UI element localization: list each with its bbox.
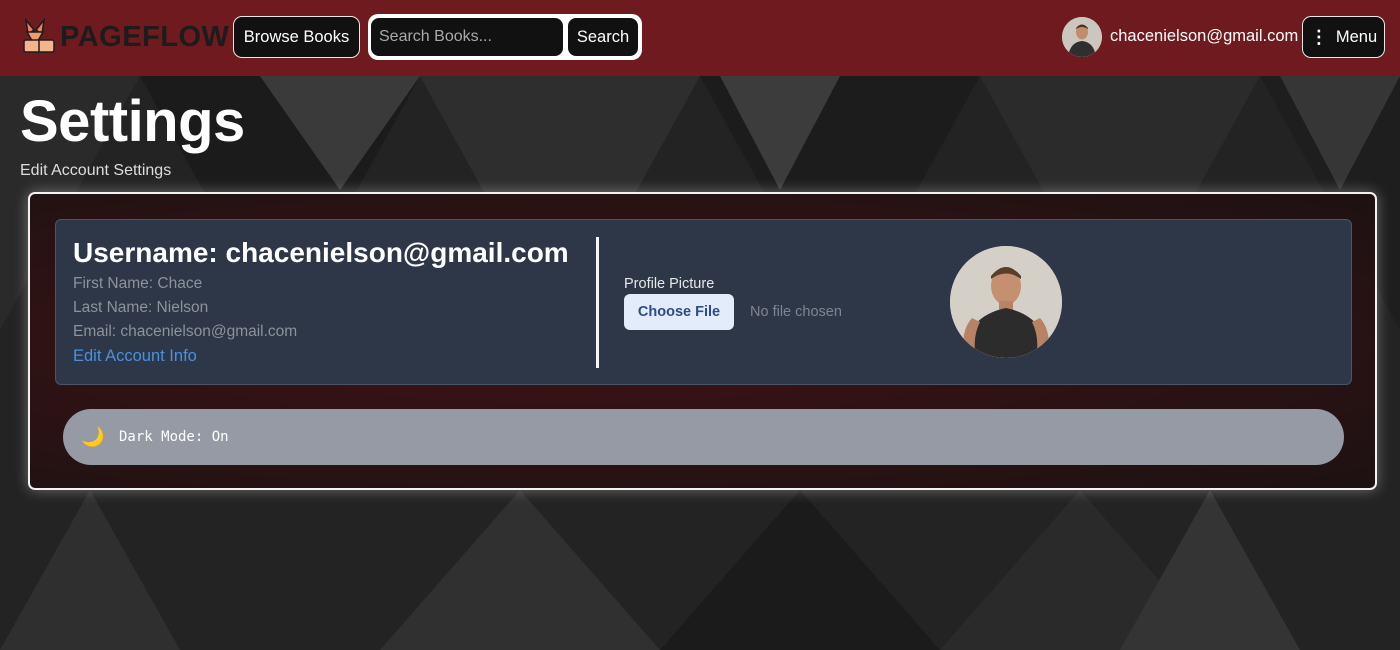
kebab-icon: ⋮ [1309, 26, 1328, 47]
profile-picture-label: Profile Picture [624, 276, 715, 292]
settings-card: Username: chacenielson@gmail.com First N… [28, 192, 1377, 490]
username-heading: Username: chacenielson@gmail.com [73, 237, 569, 268]
brand-logo[interactable]: PAGEFLOW [22, 17, 229, 57]
search-button[interactable]: Search [568, 18, 638, 56]
last-name-text: Last Name: Nielson [73, 299, 209, 316]
first-name-text: First Name: Chace [73, 275, 203, 292]
page-subtitle: Edit Account Settings [20, 162, 172, 179]
search-form: Search [368, 14, 642, 60]
dark-mode-label: Dark Mode: On [119, 429, 229, 445]
moon-icon: 🌙 [81, 427, 105, 448]
email-text: Email: chacenielson@gmail.com [73, 323, 298, 340]
file-status-text: No file chosen [750, 304, 842, 320]
browse-books-button[interactable]: Browse Books [233, 16, 360, 58]
page-title: Settings [20, 89, 245, 154]
fox-book-icon [23, 18, 55, 53]
profile-picture [950, 246, 1062, 358]
avatar-photo [1062, 17, 1102, 57]
menu-label: Menu [1335, 27, 1378, 46]
dark-mode-toggle[interactable]: 🌙 Dark Mode: On [63, 409, 1344, 465]
navbar: PAGEFLOW Browse Books Search chacenielso… [0, 0, 1400, 76]
account-panel: Username: chacenielson@gmail.com First N… [55, 219, 1352, 385]
search-input[interactable] [371, 18, 563, 56]
user-avatar[interactable] [1062, 17, 1102, 57]
profile-photo [950, 246, 1062, 358]
vertical-divider [596, 237, 599, 368]
edit-account-link[interactable]: Edit Account Info [73, 347, 197, 366]
user-email: chacenielson@gmail.com [1110, 27, 1299, 45]
choose-file-button[interactable]: Choose File [624, 294, 734, 330]
brand-name: PAGEFLOW [60, 20, 230, 53]
menu-button[interactable]: ⋮ Menu [1302, 16, 1385, 58]
